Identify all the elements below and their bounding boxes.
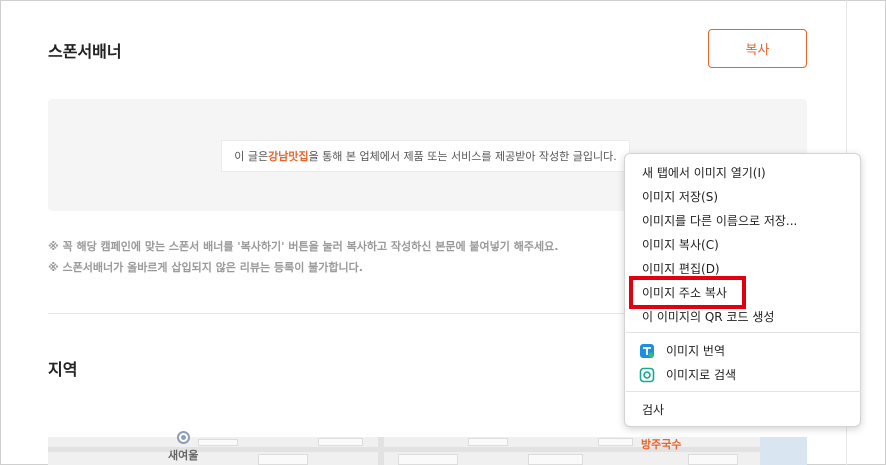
map-label: 방주국수 xyxy=(641,438,682,451)
map-water xyxy=(760,437,807,465)
map-building xyxy=(398,454,458,465)
note-line: ※ 스폰서배너가 올바르게 삽입되지 않은 리뷰는 등록이 불가합니다. xyxy=(48,261,363,274)
map-building xyxy=(688,454,738,465)
map-road xyxy=(48,447,807,452)
highlight-box xyxy=(629,276,746,309)
banner-suffix: 을 통해 본 업체에서 제품 또는 서비스를 제공받아 작성한 글입니다. xyxy=(308,150,617,163)
map-building xyxy=(258,454,308,465)
region-map[interactable] xyxy=(48,437,807,465)
map-road xyxy=(378,437,384,465)
menu-item-open-image-new-tab[interactable]: 새 탭에서 이미지 열기(I) xyxy=(642,164,766,182)
menu-item-translate-image[interactable]: 이미지 번역 xyxy=(666,342,725,360)
menu-item-copy-image[interactable]: 이미지 복사(C) xyxy=(642,236,719,254)
banner-brand: 강남맛집 xyxy=(268,150,309,163)
region-title: 지역 xyxy=(48,360,78,379)
menu-item-create-qr-code[interactable]: 이 이미지의 QR 코드 생성 xyxy=(642,308,774,326)
menu-item-search-with-image[interactable]: 이미지로 검색 xyxy=(666,366,736,384)
banner-prefix: 이 글은 xyxy=(234,150,269,163)
map-building xyxy=(468,438,508,446)
menu-item-save-image-as[interactable]: 이미지를 다른 이름으로 저장... xyxy=(642,212,797,230)
menu-item-inspect[interactable]: 검사 xyxy=(642,401,664,419)
translate-icon xyxy=(640,344,654,358)
map-building xyxy=(318,438,363,446)
copy-button[interactable]: 복사 xyxy=(708,29,807,68)
sponsor-banner-title: 스폰서배너 xyxy=(48,42,122,61)
menu-separator xyxy=(626,332,861,333)
map-pin-icon[interactable] xyxy=(177,431,190,444)
menu-item-save-image[interactable]: 이미지 저장(S) xyxy=(642,188,718,206)
map-building xyxy=(528,454,583,465)
map-label: 새여울 xyxy=(168,449,199,462)
menu-separator xyxy=(626,391,861,392)
sponsor-notes: ※ 꼭 해당 캠페인에 맞는 스폰서 배너를 '복사하기' 버튼을 눌러 복사하… xyxy=(48,236,558,278)
note-line: ※ 꼭 해당 캠페인에 맞는 스폰서 배너를 '복사하기' 버튼을 눌러 복사하… xyxy=(48,240,559,253)
visual-search-icon xyxy=(639,367,655,383)
sponsor-banner-image[interactable]: 이 글은 강남맛집 을 통해 본 업체에서 제품 또는 서비스를 제공받아 작성한… xyxy=(221,140,630,172)
map-building xyxy=(598,438,633,446)
map-building xyxy=(198,439,238,446)
